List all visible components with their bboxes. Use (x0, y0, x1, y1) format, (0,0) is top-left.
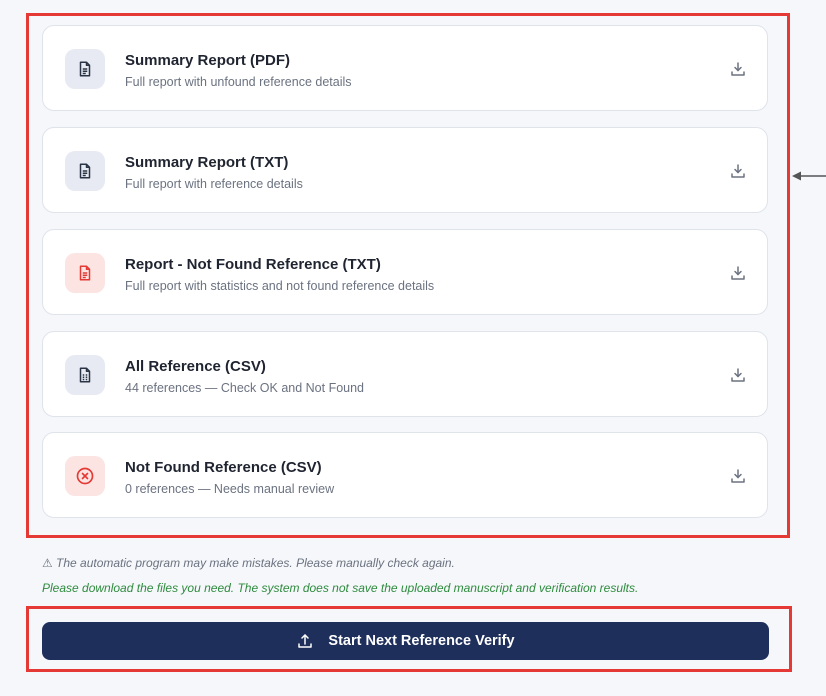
download-note: Please download the files you need. The … (42, 581, 639, 595)
highlight-frame-downloads (26, 13, 790, 538)
start-next-verify-button[interactable]: Start Next Reference Verify (42, 622, 769, 660)
warning-text: ⚠ The automatic program may make mistake… (42, 556, 455, 570)
upload-icon (298, 634, 313, 648)
annotation-arrow (792, 171, 826, 181)
download-panel: Summary Report (PDF) Full report with un… (0, 0, 826, 696)
button-label: Start Next Reference Verify (328, 633, 515, 649)
